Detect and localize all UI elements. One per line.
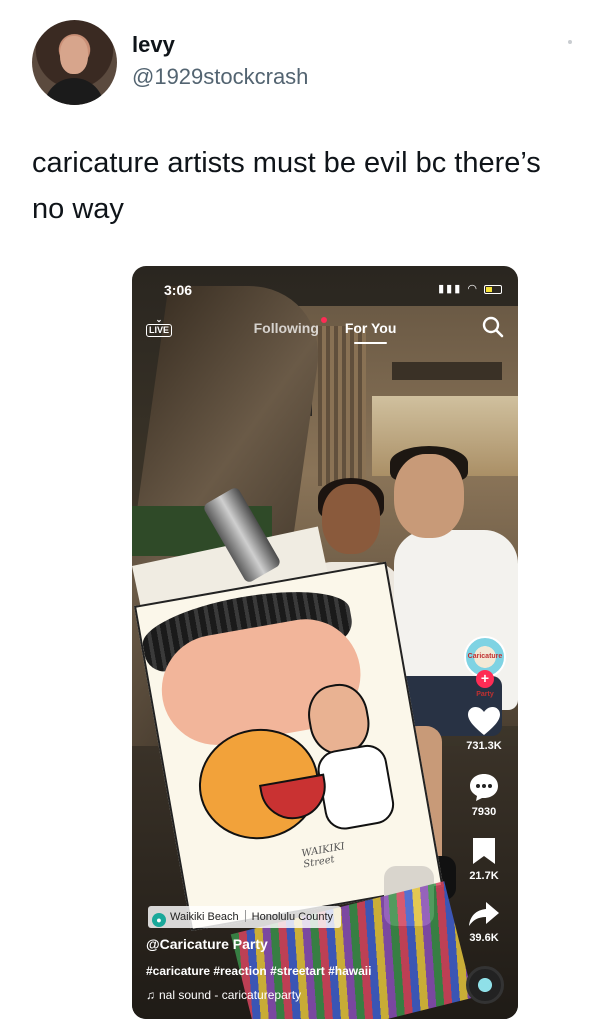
new-content-dot [320, 317, 327, 323]
like-count: 731.3K [466, 740, 502, 752]
music-note-icon: ♫ [146, 988, 155, 1002]
comment-count: 7930 [471, 806, 497, 818]
more-dot [568, 40, 572, 44]
building-lattice [318, 326, 366, 486]
like-button[interactable]: 731.3K [456, 706, 512, 752]
share-count: 39.6K [469, 932, 499, 944]
video-hashtags[interactable]: #caricature #reaction #streetart #hawaii [146, 964, 371, 978]
save-button[interactable]: 21.7K [456, 836, 512, 882]
share-button[interactable]: 39.6K [456, 900, 512, 944]
status-icons: ▮▮▮ ◠ [438, 282, 502, 295]
follow-button[interactable]: + [476, 670, 494, 688]
tab-following[interactable]: Following [253, 317, 327, 336]
status-time: 3:06 [164, 282, 193, 298]
music-disc[interactable] [466, 966, 504, 1004]
drawing-signature: WAIKIKI Street [300, 841, 346, 871]
video-author[interactable]: @Caricature Party [146, 936, 268, 952]
wifi-icon: ◠ [467, 283, 479, 295]
location-county: Honolulu County [251, 911, 334, 923]
avatar-face [60, 36, 88, 74]
location-tag[interactable]: ● Waikiki Beach Honolulu County [148, 906, 342, 928]
heart-icon [468, 707, 500, 735]
shop-sign [392, 362, 502, 380]
signal-icon: ▮▮▮ [438, 283, 463, 295]
sound-name: nal sound - caricatureparty [159, 988, 302, 1002]
location-divider [244, 910, 246, 922]
tweet-text: caricature artists must be evil bc there… [32, 147, 541, 225]
comment-icon [470, 774, 498, 801]
drawing-small-body [314, 741, 398, 833]
feed-tabs: Following For You [132, 317, 518, 336]
woman-head [322, 484, 380, 554]
avatar[interactable] [32, 20, 117, 105]
search-icon[interactable] [482, 316, 504, 338]
man-head [394, 454, 464, 538]
tab-following-label: Following [253, 320, 319, 336]
tab-for-you[interactable]: For You [345, 320, 397, 336]
user-handle[interactable]: @1929stockcrash [132, 64, 308, 90]
tiktok-screenshot[interactable]: WAIKIKI Street 3:06 ▮▮▮ ◠ ⌄ LIVE Followi… [132, 266, 518, 1019]
display-name[interactable]: levy [132, 32, 175, 58]
comment-button[interactable]: 7930 [456, 772, 512, 818]
bookmark-icon [473, 838, 495, 864]
video-sound[interactable]: ♫ nal sound - caricatureparty [146, 988, 301, 1002]
share-icon [469, 902, 499, 926]
location-place: Waikiki Beach [170, 911, 239, 923]
save-count: 21.7K [469, 870, 499, 882]
tweet-header: levy @1929stockcrash [32, 20, 572, 110]
battery-icon [484, 284, 502, 294]
avatar-shirt [44, 78, 104, 105]
location-pin-icon: ● [152, 913, 166, 927]
